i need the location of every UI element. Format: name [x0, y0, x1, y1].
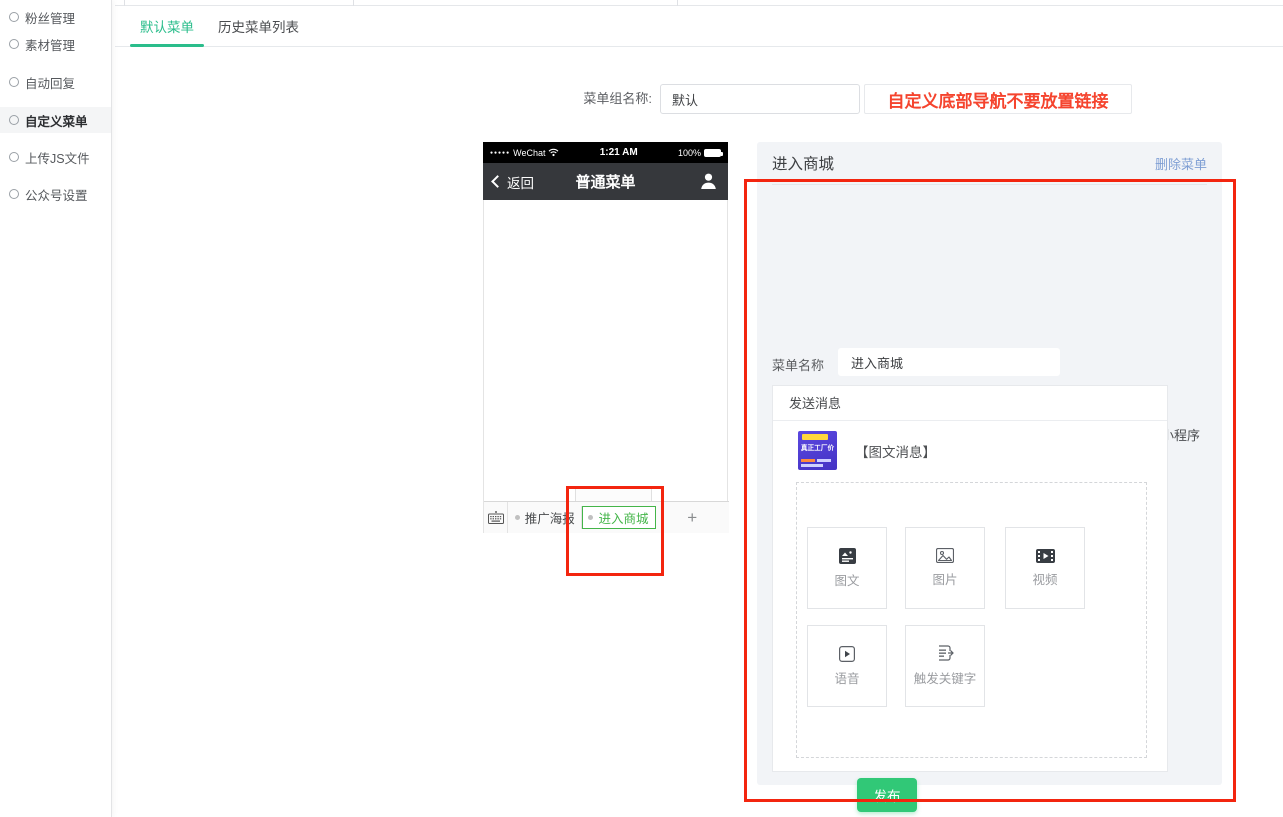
thumbnail-badge: [802, 434, 828, 440]
media-type-label: 视频: [1032, 569, 1057, 588]
tab-bar: 默认菜单 历史菜单列表: [115, 6, 1283, 47]
image-icon: [936, 548, 954, 563]
warning-text: 自定义底部导航不要放置链接: [888, 87, 1109, 112]
warning-annotation-box: 自定义底部导航不要放置链接: [864, 84, 1132, 114]
menu-item-enter-mall-slot: 进入商城: [582, 502, 656, 533]
keyboard-icon: [488, 511, 504, 524]
media-type-video[interactable]: 视频: [1005, 527, 1085, 609]
publish-button[interactable]: 发布: [857, 778, 917, 812]
media-type-image[interactable]: 图片: [905, 527, 985, 609]
phone-menu-bar: 推广海报 进入商城 +: [484, 501, 729, 533]
thumbnail-deco: [801, 459, 815, 462]
circle-icon: [9, 189, 19, 199]
media-type-article[interactable]: 图文: [807, 527, 887, 609]
send-message-panel: 发送消息 真正工厂价 【图文消息】 图文: [772, 385, 1168, 772]
sidebar-item-custom-menu[interactable]: 自定义菜单: [0, 107, 111, 133]
menu-item-enter-mall[interactable]: 进入商城: [582, 506, 656, 529]
sidebar-item-label: 素材管理: [25, 35, 75, 54]
thumbnail-text: 真正工厂价: [801, 443, 834, 453]
menu-name-input[interactable]: [838, 348, 1060, 376]
menu-name-label: 菜单名称: [772, 355, 824, 374]
media-type-label: 图文: [834, 570, 859, 589]
video-icon: [1036, 549, 1055, 563]
phone-screen: + 推广海报 进入商城: [483, 200, 728, 533]
media-type-audio[interactable]: 语音: [807, 625, 887, 707]
add-menu-button[interactable]: +: [656, 502, 730, 533]
sidebar-item-upload-js[interactable]: 上传JS文件: [0, 144, 111, 170]
tab-label: 历史菜单列表: [218, 16, 299, 36]
circle-icon: [9, 77, 19, 87]
menu-group-label: 菜单组名称:: [578, 84, 652, 114]
media-type-label: 语音: [834, 668, 859, 687]
sidebar-item-autoreply[interactable]: 自动回复: [0, 69, 111, 95]
plus-label: +: [687, 508, 697, 528]
keyword-icon: [937, 645, 954, 662]
circle-icon: [9, 39, 19, 49]
editor-header: 进入商城 删除菜单: [772, 142, 1207, 185]
clock-label: 1:21 AM: [559, 147, 678, 158]
menu-item-label: 进入商城: [598, 508, 648, 527]
sidebar-item-materials[interactable]: 素材管理: [0, 31, 111, 57]
bullet-icon: [588, 515, 593, 520]
bullet-icon: [515, 515, 520, 520]
sidebar-item-label: 公众号设置: [25, 185, 88, 204]
battery-icon: [704, 149, 721, 157]
attachment-type-label: 【图文消息】: [855, 441, 936, 461]
sidebar-item-account-settings[interactable]: 公众号设置: [0, 181, 111, 207]
phone-preview: ●●●●● WeChat 1:21 AM 100% 返回 普通菜单 +: [483, 142, 728, 565]
delete-menu-link[interactable]: 删除菜单: [1155, 154, 1207, 173]
sidebar: 粉丝管理 素材管理 自动回复 自定义菜单 上传JS文件 公众号设置: [0, 0, 112, 817]
menu-group-row: 菜单组名称: 自定义底部导航不要放置链接: [0, 84, 1283, 114]
media-type-label: 触发关键字: [914, 668, 977, 687]
keyboard-toggle[interactable]: [484, 502, 508, 533]
sidebar-item-fans[interactable]: 粉丝管理: [0, 4, 111, 30]
attached-article-row[interactable]: 真正工厂价 【图文消息】: [798, 431, 936, 470]
tab-label: 默认菜单: [140, 16, 194, 36]
editor-title: 进入商城: [772, 152, 834, 174]
article-thumbnail: 真正工厂价: [798, 431, 837, 470]
media-type-picker: 图文 图片 视频 语音: [796, 482, 1147, 758]
circle-icon: [9, 115, 19, 125]
wechat-admin-page: 粉丝管理 素材管理 自动回复 自定义菜单 上传JS文件 公众号设置 默认菜单 历…: [0, 0, 1283, 817]
circle-icon: [9, 152, 19, 162]
person-icon[interactable]: [700, 172, 717, 190]
menu-editor-panel: 进入商城 删除菜单 菜单名称 字数不超过5个汉字或10个字母 菜单内容 发送消息…: [757, 142, 1222, 785]
sidebar-item-label: 粉丝管理: [25, 8, 75, 27]
media-type-keyword[interactable]: 触发关键字: [905, 625, 985, 707]
tab-history-menu-list[interactable]: 历史菜单列表: [206, 6, 311, 46]
menu-item-promo-poster[interactable]: 推广海报: [508, 502, 582, 533]
sidebar-item-label: 自动回复: [25, 73, 75, 92]
audio-icon: [839, 646, 855, 662]
circle-icon: [9, 12, 19, 22]
phone-status-bar: ●●●●● WeChat 1:21 AM 100%: [483, 142, 728, 163]
phone-page-title: 普通菜单: [483, 171, 728, 192]
signal-dots-icon: ●●●●●: [490, 150, 510, 156]
carrier-label: WeChat: [513, 148, 545, 158]
sidebar-item-label: 自定义菜单: [25, 111, 88, 130]
wifi-icon: [548, 148, 559, 157]
battery-percent-label: 100%: [678, 148, 701, 158]
menu-item-label: 推广海报: [525, 508, 575, 527]
send-message-title: 发送消息: [773, 386, 1167, 421]
phone-nav-bar: 返回 普通菜单: [483, 163, 728, 200]
article-icon: [839, 548, 856, 564]
menu-group-name-input[interactable]: [660, 84, 860, 114]
tab-default-menu[interactable]: 默认菜单: [128, 6, 206, 46]
thumbnail-deco: [801, 464, 823, 467]
sidebar-item-label: 上传JS文件: [25, 148, 90, 167]
media-type-label: 图片: [932, 569, 957, 588]
thumbnail-deco: [817, 459, 831, 462]
